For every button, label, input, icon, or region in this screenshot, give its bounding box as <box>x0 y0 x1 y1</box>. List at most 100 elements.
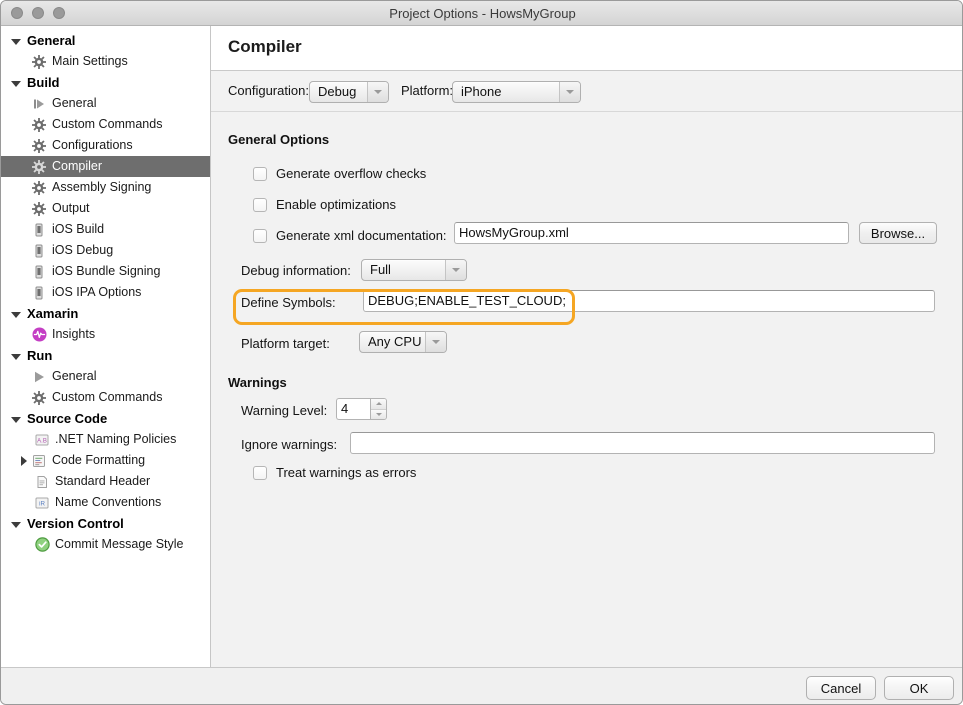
build-general-icon <box>31 96 47 112</box>
chevron-down-icon[interactable] <box>11 80 21 87</box>
platform-value: iPhone <box>461 84 502 99</box>
warning-level-stepper[interactable]: 4 <box>336 398 387 420</box>
sidebar-group-version-control[interactable]: Version Control <box>1 513 210 534</box>
generate-overflow-checks-row[interactable]: Generate overflow checks <box>253 166 426 181</box>
sidebar-item-label: Output <box>52 201 90 215</box>
sidebar-item-insights[interactable]: Insights <box>1 324 210 345</box>
chevron-down-icon[interactable] <box>445 260 466 280</box>
sidebar-item-label: iOS IPA Options <box>52 285 142 299</box>
browse-button[interactable]: Browse... <box>859 222 937 244</box>
play-icon <box>31 369 47 385</box>
chevron-down-icon[interactable] <box>11 416 21 423</box>
sidebar-item-output[interactable]: Output <box>1 198 210 219</box>
define-symbols-label: Define Symbols: <box>241 295 336 310</box>
platform-dropdown[interactable]: iPhone <box>452 81 581 103</box>
code-format-icon <box>31 453 47 469</box>
sidebar-item-standard-header[interactable]: Standard Header <box>1 471 210 492</box>
generate-xml-documentation-label: Generate xml documentation: <box>276 228 447 243</box>
chevron-down-icon[interactable] <box>367 82 388 102</box>
sidebar-item-configurations[interactable]: Configurations <box>1 135 210 156</box>
ok-button[interactable]: OK <box>884 676 954 700</box>
platform-target-label: Platform target: <box>241 336 330 351</box>
sidebar-item-net-naming-policies[interactable]: A.B .NET Naming Policies <box>1 429 210 450</box>
configuration-dropdown[interactable]: Debug <box>309 81 389 103</box>
platform-target-dropdown[interactable]: Any CPU <box>359 331 447 353</box>
sidebar-item-label: Configurations <box>52 138 133 152</box>
debug-information-value: Full <box>370 262 391 277</box>
define-symbols-input[interactable]: DEBUG;ENABLE_TEST_CLOUD; <box>363 290 935 312</box>
project-options-window: Project Options - HowsMyGroup General Ma… <box>0 0 963 705</box>
generate-overflow-checks-checkbox[interactable] <box>253 166 267 181</box>
settings-tree-sidebar[interactable]: General Main Settings Build General Cust… <box>1 26 211 667</box>
cancel-button[interactable]: Cancel <box>806 676 876 700</box>
sidebar-item-custom-commands-run[interactable]: Custom Commands <box>1 387 210 408</box>
sidebar-item-label: Assembly Signing <box>52 180 152 194</box>
treat-warnings-as-errors-row[interactable]: Treat warnings as errors <box>253 465 416 480</box>
configuration-label: Configuration: <box>228 83 309 98</box>
sidebar-item-label: .NET Naming Policies <box>55 432 177 446</box>
configuration-value: Debug <box>318 84 357 99</box>
sidebar-item-label: General <box>52 96 97 110</box>
stepper-down-icon[interactable] <box>371 409 386 419</box>
sidebar-item-code-formatting[interactable]: Code Formatting <box>1 450 210 471</box>
sidebar-item-ios-bundle-signing[interactable]: iOS Bundle Signing <box>1 261 210 282</box>
panel-header: Compiler <box>211 26 962 71</box>
sidebar-group-label: Run <box>27 348 53 363</box>
sidebar-item-ios-ipa-options[interactable]: iOS IPA Options <box>1 282 210 303</box>
sidebar-group-source-code[interactable]: Source Code <box>1 408 210 429</box>
gear-icon <box>31 180 47 196</box>
sidebar-group-general[interactable]: General <box>1 30 210 51</box>
gear-icon <box>31 138 47 154</box>
treat-warnings-as-errors-checkbox[interactable] <box>253 465 267 480</box>
chevron-down-icon[interactable] <box>11 311 21 318</box>
sidebar-item-build-general[interactable]: General <box>1 93 210 114</box>
chevron-down-icon[interactable] <box>11 521 21 528</box>
chevron-down-icon[interactable] <box>11 38 21 45</box>
ignore-warnings-input[interactable] <box>350 432 935 454</box>
gear-icon <box>31 54 47 70</box>
treat-warnings-as-errors-label: Treat warnings as errors <box>276 465 417 480</box>
enable-optimizations-checkbox[interactable] <box>253 197 267 212</box>
platform-target-value: Any CPU <box>368 334 422 349</box>
stepper-up-icon[interactable] <box>371 399 386 410</box>
generate-xml-documentation-checkbox[interactable] <box>253 228 267 243</box>
configuration-bar: Configuration: Debug Platform: iPhone <box>211 72 962 112</box>
debug-information-label: Debug information: <box>241 263 351 278</box>
sidebar-item-label: Code Formatting <box>52 453 146 467</box>
sidebar-item-name-conventions[interactable]: iR Name Conventions <box>1 492 210 513</box>
sidebar-item-main-settings[interactable]: Main Settings <box>1 51 210 72</box>
device-icon <box>31 285 47 301</box>
ignore-warnings-label: Ignore warnings: <box>241 437 338 452</box>
window-title: Project Options - HowsMyGroup <box>389 6 576 21</box>
sidebar-group-xamarin[interactable]: Xamarin <box>1 303 210 324</box>
sidebar-item-assembly-signing[interactable]: Assembly Signing <box>1 177 210 198</box>
sidebar-item-commit-message-style[interactable]: Commit Message Style <box>1 534 210 555</box>
device-icon <box>31 222 47 238</box>
warning-level-value[interactable]: 4 <box>336 398 370 420</box>
generate-xml-documentation-row[interactable]: Generate xml documentation: <box>253 228 447 243</box>
chevron-down-icon[interactable] <box>11 353 21 360</box>
sidebar-item-label: Compiler <box>52 159 103 173</box>
sidebar-item-label: Name Conventions <box>55 495 162 509</box>
chevron-right-icon[interactable] <box>21 455 27 466</box>
sidebar-group-label: General <box>27 33 76 48</box>
chevron-down-icon[interactable] <box>425 332 446 352</box>
sidebar-item-label: General <box>52 369 97 383</box>
generate-overflow-checks-label: Generate overflow checks <box>276 166 427 181</box>
chevron-down-icon[interactable] <box>559 82 580 102</box>
enable-optimizations-row[interactable]: Enable optimizations <box>253 197 396 212</box>
device-icon <box>31 264 47 280</box>
stepper-buttons[interactable] <box>370 398 387 420</box>
sidebar-item-label: Main Settings <box>52 54 128 68</box>
warning-level-label: Warning Level: <box>241 403 328 418</box>
xml-documentation-input[interactable]: HowsMyGroup.xml <box>454 222 849 244</box>
sidebar-group-build[interactable]: Build <box>1 72 210 93</box>
sidebar-item-compiler[interactable]: Compiler <box>1 156 210 177</box>
sidebar-item-ios-debug[interactable]: iOS Debug <box>1 240 210 261</box>
sidebar-item-ios-build[interactable]: iOS Build <box>1 219 210 240</box>
sidebar-item-run-general[interactable]: General <box>1 366 210 387</box>
debug-information-dropdown[interactable]: Full <box>361 259 467 281</box>
sidebar-group-run[interactable]: Run <box>1 345 210 366</box>
device-icon <box>31 243 47 259</box>
sidebar-item-custom-commands-build[interactable]: Custom Commands <box>1 114 210 135</box>
